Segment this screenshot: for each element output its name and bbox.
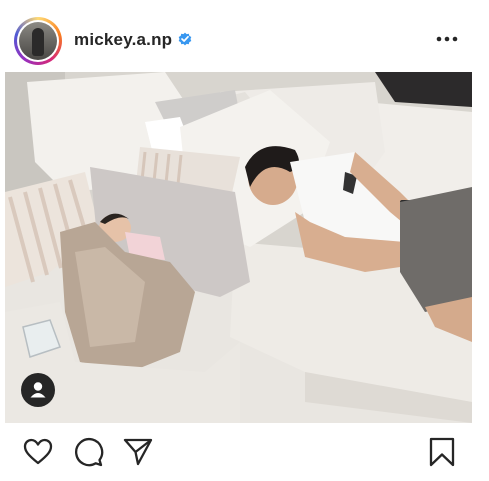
bookmark-icon[interactable] bbox=[426, 436, 458, 468]
profile-avatar[interactable] bbox=[14, 17, 62, 65]
verified-badge-icon bbox=[178, 32, 192, 46]
user-tag-icon bbox=[30, 382, 46, 398]
user-tag-button[interactable] bbox=[21, 373, 55, 407]
post-header: mickey.a.np bbox=[0, 0, 489, 80]
avatar-image bbox=[19, 22, 57, 60]
more-options-icon[interactable] bbox=[434, 28, 460, 50]
post-photo[interactable] bbox=[5, 72, 472, 423]
username-link[interactable]: mickey.a.np bbox=[74, 30, 172, 50]
share-icon[interactable] bbox=[122, 436, 154, 468]
heart-icon[interactable] bbox=[22, 436, 54, 468]
photo-illustration bbox=[5, 72, 472, 423]
avatar-frame bbox=[17, 20, 59, 62]
comment-icon[interactable] bbox=[72, 436, 104, 468]
avatar-figure bbox=[32, 28, 44, 56]
